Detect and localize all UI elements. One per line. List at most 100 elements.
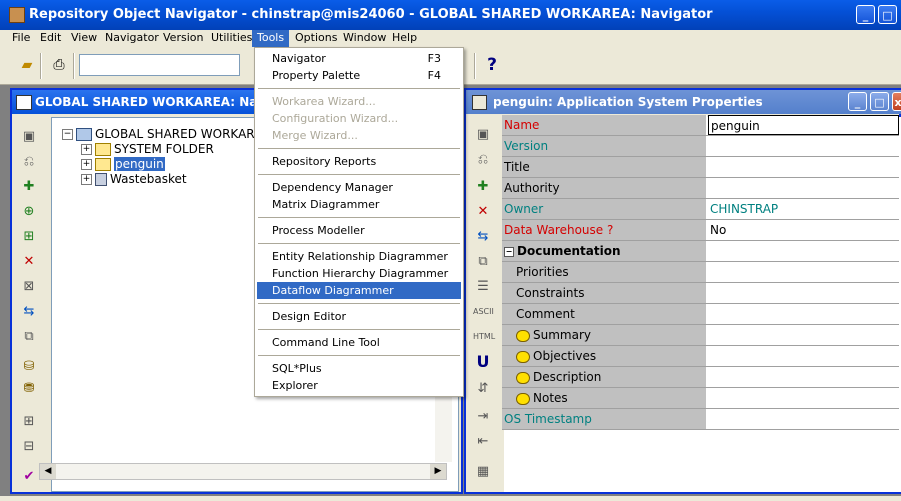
property-row-constraints[interactable]: Constraints: [502, 283, 899, 304]
next-icon[interactable]: ⇤: [473, 432, 493, 452]
create-object-icon[interactable]: ✚: [473, 177, 493, 197]
minimize-icon[interactable]: _: [856, 5, 875, 24]
previous-icon[interactable]: ⇥: [473, 407, 493, 427]
property-row-notes[interactable]: Notes: [502, 388, 899, 409]
property-row-name[interactable]: Name penguin: [502, 115, 899, 136]
expand-icon[interactable]: ⊞: [19, 412, 39, 432]
revert-icon[interactable]: ⎌: [473, 150, 493, 170]
property-row-owner[interactable]: Owner CHINSTRAP: [502, 199, 899, 220]
menu-file[interactable]: File: [7, 30, 35, 47]
tree-node-system-folder[interactable]: + SYSTEM FOLDER: [81, 141, 214, 157]
property-row-data-warehouse[interactable]: Data Warehouse ? No: [502, 220, 899, 241]
menu-help[interactable]: Help: [387, 30, 422, 47]
menu-version[interactable]: Version: [158, 30, 208, 47]
delete-icon[interactable]: ✕: [19, 252, 39, 272]
menu-item-explorer[interactable]: Explorer: [257, 377, 461, 394]
property-row-summary[interactable]: Summary: [502, 325, 899, 346]
menu-options[interactable]: Options: [290, 30, 342, 47]
property-value[interactable]: [708, 367, 899, 387]
property-group-documentation[interactable]: − Documentation: [502, 241, 899, 262]
save-icon[interactable]: ▣: [473, 125, 493, 145]
property-value[interactable]: No: [708, 220, 899, 240]
help-icon[interactable]: ?: [481, 54, 503, 76]
tree-node-wastebasket[interactable]: + Wastebasket: [81, 171, 187, 187]
menu-item-command-line-tool[interactable]: Command Line Tool: [257, 334, 461, 351]
mark-icon[interactable]: ✔: [19, 467, 39, 487]
menu-item-merge-wizard[interactable]: Merge Wizard...: [257, 127, 461, 144]
property-value[interactable]: [708, 157, 899, 177]
menu-item-dependency-manager[interactable]: Dependency Manager: [257, 179, 461, 196]
property-row-objectives[interactable]: Objectives: [502, 346, 899, 367]
expand-toggle-icon[interactable]: +: [81, 174, 92, 185]
menu-item-navigator[interactable]: Navigator F3: [257, 50, 461, 67]
check-out-icon[interactable]: ⛃: [19, 379, 39, 399]
menu-item-repository-reports[interactable]: Repository Reports: [257, 153, 461, 170]
menu-tools[interactable]: Tools: [252, 30, 290, 47]
copy-icon[interactable]: ⧉: [19, 327, 39, 347]
split-icon[interactable]: ⇵: [473, 379, 493, 399]
property-value-input[interactable]: penguin: [708, 115, 899, 135]
property-value[interactable]: [708, 283, 899, 303]
property-value[interactable]: [708, 325, 899, 345]
scroll-right-icon[interactable]: ▶: [430, 464, 446, 479]
ascii-icon[interactable]: ASCII: [473, 302, 494, 322]
menu-item-sql-plus[interactable]: SQL*Plus: [257, 360, 461, 377]
tree-node-root[interactable]: − GLOBAL SHARED WORKAR: [62, 126, 255, 142]
property-row-description[interactable]: Description: [502, 367, 899, 388]
collapse-toggle-icon[interactable]: −: [504, 246, 514, 257]
property-value[interactable]: [708, 346, 899, 366]
create-child-icon[interactable]: ⊕: [19, 202, 39, 222]
tree-node-penguin[interactable]: + penguin: [81, 156, 165, 172]
menu-edit[interactable]: Edit: [35, 30, 66, 47]
toolbar-combo-box[interactable]: [79, 54, 240, 76]
check-in-icon[interactable]: ⛁: [19, 357, 39, 377]
grid-icon[interactable]: ▦: [473, 462, 493, 482]
html-icon[interactable]: HTML: [473, 327, 495, 347]
save-icon[interactable]: ▣: [19, 127, 39, 147]
scroll-left-icon[interactable]: ◀: [40, 464, 56, 479]
print-icon[interactable]: ⎙: [48, 54, 70, 76]
menu-window[interactable]: Window: [338, 30, 391, 47]
revert-icon[interactable]: ⎌: [19, 152, 39, 172]
move-icon[interactable]: ⇆: [473, 227, 493, 247]
property-row-comment[interactable]: Comment: [502, 304, 899, 325]
menu-item-process-modeller[interactable]: Process Modeller: [257, 222, 461, 239]
property-row-priorities[interactable]: Priorities: [502, 262, 899, 283]
delete-association-icon[interactable]: ⊠: [19, 277, 39, 297]
property-value[interactable]: [708, 178, 899, 198]
navigator-horizontal-scrollbar[interactable]: ◀ ▶: [39, 463, 447, 480]
union-icon[interactable]: U: [473, 352, 493, 372]
collapse-toggle-icon[interactable]: −: [62, 129, 73, 140]
open-folder-icon[interactable]: ▰: [16, 54, 38, 76]
expand-toggle-icon[interactable]: +: [81, 144, 92, 155]
minimize-icon[interactable]: _: [848, 92, 867, 111]
menu-item-entity-relationship-diagrammer[interactable]: Entity Relationship Diagrammer: [257, 248, 461, 265]
create-association-icon[interactable]: ⊞: [19, 227, 39, 247]
property-row-version[interactable]: Version: [502, 136, 899, 157]
maximize-icon[interactable]: □: [878, 5, 897, 24]
menu-navigator[interactable]: Navigator: [100, 30, 164, 47]
property-value[interactable]: CHINSTRAP: [708, 199, 899, 219]
property-row-os-timestamp[interactable]: OS Timestamp: [502, 409, 899, 430]
menu-item-property-palette[interactable]: Property Palette F4: [257, 67, 461, 84]
expand-toggle-icon[interactable]: +: [81, 159, 92, 170]
copy-icon[interactable]: ⧉: [473, 252, 493, 272]
menu-item-matrix-diagrammer[interactable]: Matrix Diagrammer: [257, 196, 461, 213]
menu-item-configuration-wizard[interactable]: Configuration Wizard...: [257, 110, 461, 127]
property-value[interactable]: [708, 136, 899, 156]
menu-item-design-editor[interactable]: Design Editor: [257, 308, 461, 325]
text-editor-icon[interactable]: ☰: [473, 277, 493, 297]
property-value[interactable]: [708, 409, 899, 429]
maximize-icon[interactable]: □: [870, 92, 889, 111]
property-row-authority[interactable]: Authority: [502, 178, 899, 199]
property-row-title[interactable]: Title: [502, 157, 899, 178]
menu-item-function-hierarchy-diagrammer[interactable]: Function Hierarchy Diagrammer: [257, 265, 461, 282]
close-icon[interactable]: x: [892, 92, 901, 111]
property-value[interactable]: [708, 262, 899, 282]
property-value[interactable]: [708, 388, 899, 408]
menu-utilities[interactable]: Utilities: [206, 30, 257, 47]
property-value[interactable]: [708, 304, 899, 324]
menu-item-dataflow-diagrammer[interactable]: Dataflow Diagrammer: [257, 282, 461, 299]
create-object-icon[interactable]: ✚: [19, 177, 39, 197]
menu-item-workarea-wizard[interactable]: Workarea Wizard...: [257, 93, 461, 110]
